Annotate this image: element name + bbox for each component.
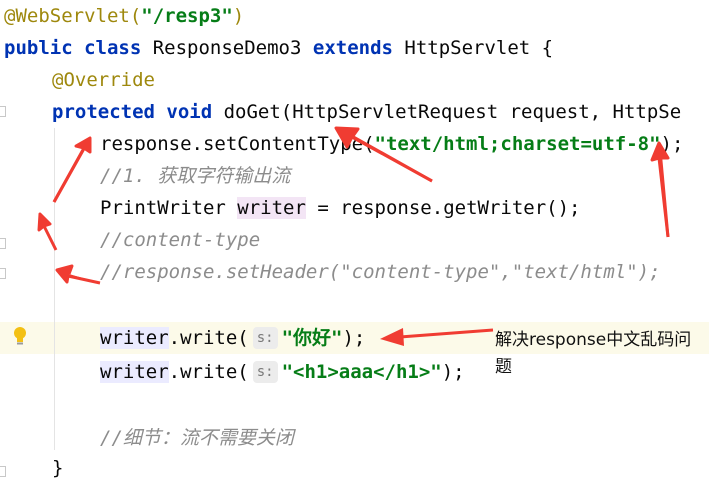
code-text: HttpServlet {	[392, 37, 554, 59]
string-literal: "<h1>aaa</h1>"	[281, 361, 442, 383]
code-line-9[interactable]: //response.setHeader("content-type","tex…	[100, 256, 661, 288]
comment-token: //细节：流不需要关闭	[100, 427, 294, 449]
code-text: = response.getWriter();	[305, 197, 581, 219]
paren-token: )	[232, 5, 245, 27]
comment-token: //content-type	[100, 229, 261, 251]
variable-writer: writer	[100, 327, 169, 349]
code-line-1[interactable]: @WebServlet("/resp3")	[4, 0, 244, 32]
code-text: .write(	[168, 361, 249, 383]
comment-token: //1. 获取字符输出流	[100, 165, 291, 187]
code-line-3[interactable]: @Override	[52, 64, 155, 96]
code-text: );	[660, 133, 684, 155]
variable-writer: writer	[100, 361, 169, 383]
keyword-token: protected void	[52, 101, 213, 123]
code-line-13[interactable]: }	[52, 452, 63, 484]
annotation-token: @WebServlet(	[4, 5, 142, 27]
code-line-8[interactable]: //content-type	[100, 224, 260, 256]
code-line-4[interactable]: protected void doGet(HttpServletRequest …	[52, 96, 681, 128]
string-literal: "text/html;charset=utf-8"	[374, 133, 661, 155]
fold-marker[interactable]	[0, 268, 6, 279]
code-line-2[interactable]: public class ResponseDemo3 extends HttpS…	[4, 32, 553, 64]
code-text: response.setContentType(	[100, 133, 375, 155]
code-line-5[interactable]: response.setContentType("text/html;chars…	[100, 128, 683, 160]
string-literal: "/resp3"	[141, 5, 233, 27]
closing-brace: }	[52, 457, 64, 479]
code-line-7[interactable]: PrintWriter writer = response.getWriter(…	[100, 192, 580, 224]
keyword-token: public class	[4, 37, 142, 59]
code-line-10[interactable]: writer.write(s: "你好");	[100, 322, 365, 354]
code-editor[interactable]: @WebServlet("/resp3") public class Respo…	[0, 0, 709, 480]
fold-marker[interactable]	[0, 466, 6, 477]
fold-marker[interactable]	[0, 106, 6, 117]
variable-writer: writer	[237, 197, 306, 219]
code-text: );	[342, 327, 366, 349]
code-line-11[interactable]: writer.write(s: "<h1>aaa</h1>");	[100, 356, 465, 388]
lightbulb-icon[interactable]	[12, 326, 28, 350]
parameter-hint: s:	[252, 361, 278, 383]
indent-guide	[54, 128, 55, 450]
code-text: .write(	[168, 327, 249, 349]
method-signature: doGet(HttpServletRequest request, HttpSe	[212, 101, 682, 123]
fold-marker[interactable]	[0, 238, 6, 249]
comment-token: //response.setHeader("content-type","tex…	[100, 261, 661, 283]
string-literal: "你好"	[281, 327, 343, 349]
class-name: ResponseDemo3	[141, 37, 313, 59]
keyword-token: extends	[312, 37, 393, 59]
annotation-note: 解决response中文乱码问题	[495, 330, 692, 377]
parameter-hint: s:	[252, 327, 278, 349]
code-line-6[interactable]: //1. 获取字符输出流	[100, 160, 290, 192]
annotation-token: @Override	[52, 69, 155, 91]
code-text: PrintWriter	[100, 197, 238, 219]
code-text: );	[441, 361, 465, 383]
code-line-12[interactable]: //细节：流不需要关闭	[100, 422, 294, 454]
